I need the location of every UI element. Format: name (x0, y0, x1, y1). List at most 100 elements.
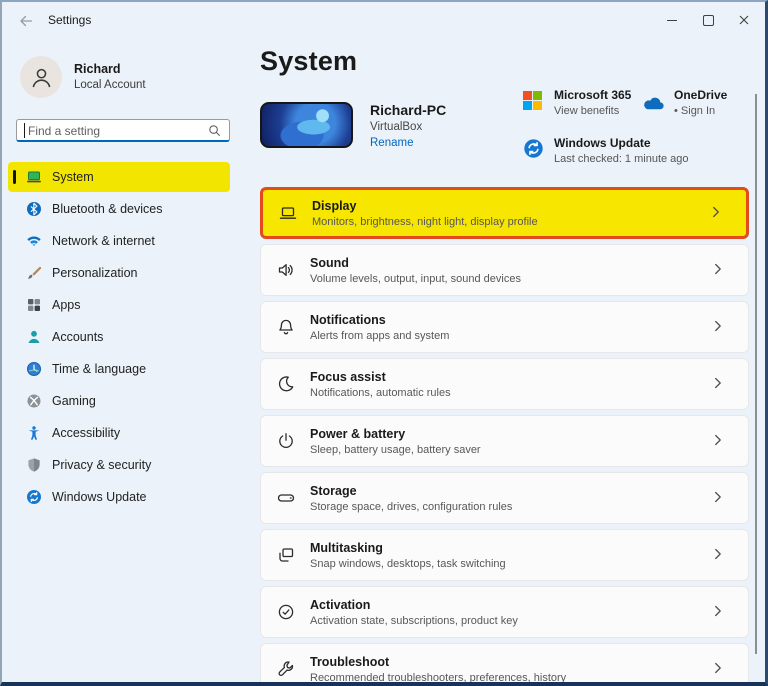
status-item-microsoft-365[interactable]: Microsoft 365 View benefits (523, 88, 542, 110)
status-title: OneDrive (674, 88, 764, 102)
card-power-battery[interactable]: Power & battery Sleep, battery usage, bat… (260, 415, 749, 467)
active-indicator (13, 170, 16, 184)
network-icon (26, 233, 42, 249)
card-title: Display (312, 199, 695, 213)
apps-icon (26, 297, 42, 313)
gaming-icon (26, 393, 42, 409)
sidebar-item-label: Accounts (52, 330, 103, 344)
card-title: Notifications (310, 313, 697, 327)
sidebar-item-gaming[interactable]: Gaming (8, 386, 230, 416)
sidebar-item-windows-update[interactable]: Windows Update (8, 482, 230, 512)
sidebar-item-label: Gaming (52, 394, 96, 408)
card-notifications[interactable]: Notifications Alerts from apps and system (260, 301, 749, 353)
card-activation[interactable]: Activation Activation state, subscription… (260, 586, 749, 638)
text-cursor (24, 123, 25, 138)
windows-update-icon (523, 138, 544, 159)
card-title: Storage (310, 484, 697, 498)
sidebar-item-personalization[interactable]: Personalization (8, 258, 230, 288)
person-icon (28, 64, 55, 91)
chevron-right-icon (710, 203, 730, 223)
chevron-right-icon (712, 488, 732, 508)
status-title: Windows Update (554, 136, 744, 150)
sound-icon (276, 260, 296, 280)
ms-square-green (533, 91, 542, 100)
scrollbar[interactable] (755, 94, 757, 654)
rename-link[interactable]: Rename (370, 137, 413, 149)
sidebar-item-accessibility[interactable]: Accessibility (8, 418, 230, 448)
search-icon[interactable] (207, 123, 222, 138)
device-name: Richard-PC (370, 102, 446, 118)
sidebar-item-network-internet[interactable]: Network & internet (8, 226, 230, 256)
back-button[interactable] (18, 13, 34, 29)
titlebar: Settings (2, 2, 765, 38)
window-title: Settings (48, 13, 91, 27)
device-thumbnail (260, 102, 353, 148)
card-subtitle: Snap windows, desktops, task switching (310, 558, 697, 570)
sidebar-item-system[interactable]: System (8, 162, 230, 192)
accounts-icon (26, 329, 42, 345)
card-title: Troubleshoot (310, 655, 697, 669)
sidebar-item-label: Windows Update (52, 490, 147, 504)
search-input[interactable] (26, 121, 208, 141)
bluetooth-icon (26, 201, 42, 217)
card-subtitle: Recommended troubleshooters, preferences… (310, 672, 697, 684)
close-icon (739, 15, 749, 25)
personalization-icon (26, 265, 42, 281)
card-subtitle: Sleep, battery usage, battery saver (310, 444, 697, 456)
accessibility-icon (26, 425, 42, 441)
window-controls (654, 2, 762, 38)
sidebar-item-label: Personalization (52, 266, 137, 280)
settings-card-list: Display Monitors, brightness, night light… (260, 187, 749, 686)
minimize-button[interactable] (654, 2, 690, 38)
card-multitasking[interactable]: Multitasking Snap windows, desktops, task… (260, 529, 749, 581)
multitasking-icon (276, 545, 296, 565)
card-title: Multitasking (310, 541, 697, 555)
sidebar-item-label: Privacy & security (52, 458, 151, 472)
sidebar-item-label: Network & internet (52, 234, 155, 248)
card-subtitle: Activation state, subscriptions, product… (310, 615, 697, 627)
chevron-right-icon (712, 260, 732, 280)
focus-assist-icon (276, 374, 296, 394)
sidebar-nav: SystemBluetooth & devices Network & inter… (8, 162, 230, 512)
chevron-right-icon (712, 602, 732, 622)
last-checked-text: Last checked: 1 minute ago (554, 153, 744, 165)
card-title: Activation (310, 598, 697, 612)
system-icon (26, 169, 42, 185)
privacy-security-icon (26, 457, 42, 473)
ms-square-red (523, 91, 532, 100)
card-troubleshoot[interactable]: Troubleshoot Recommended troubleshooters,… (260, 643, 749, 686)
card-sound[interactable]: SoundVolume levels, output, input, sound… (260, 244, 749, 296)
close-button[interactable] (726, 2, 762, 38)
search-box (16, 119, 230, 142)
maximize-button[interactable] (690, 2, 726, 38)
sidebar-item-time-language[interactable]: Time & language (8, 354, 230, 384)
windows-update-icon (26, 489, 42, 505)
avatar (20, 56, 62, 98)
chevron-right-icon (712, 431, 732, 451)
card-title: Focus assist (310, 370, 697, 384)
display-icon (278, 203, 298, 223)
user-profile[interactable]: Richard Local Account (16, 54, 230, 102)
chevron-right-icon (712, 659, 732, 679)
minimize-icon (667, 20, 677, 21)
card-subtitle: Volume levels, output, input, sound devi… (310, 273, 697, 285)
card-title: Power & battery (310, 427, 697, 441)
card-subtitle: Alerts from apps and system (310, 330, 697, 342)
sidebar-item-apps[interactable]: Apps (8, 290, 230, 320)
sign-in-link[interactable]: • Sign In (674, 105, 764, 117)
card-display[interactable]: Display Monitors, brightness, night light… (260, 187, 749, 239)
sidebar-item-privacy-security[interactable]: Privacy & security (8, 450, 230, 480)
storage-icon (276, 488, 296, 508)
card-focus-assist[interactable]: Focus assistNotifications, automatic rul… (260, 358, 749, 410)
card-storage[interactable]: StorageStorage space, drives, configurat… (260, 472, 749, 524)
troubleshoot-icon (276, 659, 296, 679)
chevron-right-icon (712, 545, 732, 565)
device-model: VirtualBox (370, 121, 422, 133)
settings-window: Settings Richard Local Account SystemBlu… (0, 0, 768, 686)
card-subtitle: Monitors, brightness, night light, displ… (312, 216, 695, 228)
sidebar-item-bluetooth-devices[interactable]: Bluetooth & devices (8, 194, 230, 224)
activation-icon (276, 602, 296, 622)
page-title: System (260, 46, 357, 77)
ms-square-yellow (533, 101, 542, 110)
sidebar-item-accounts[interactable]: Accounts (8, 322, 230, 352)
